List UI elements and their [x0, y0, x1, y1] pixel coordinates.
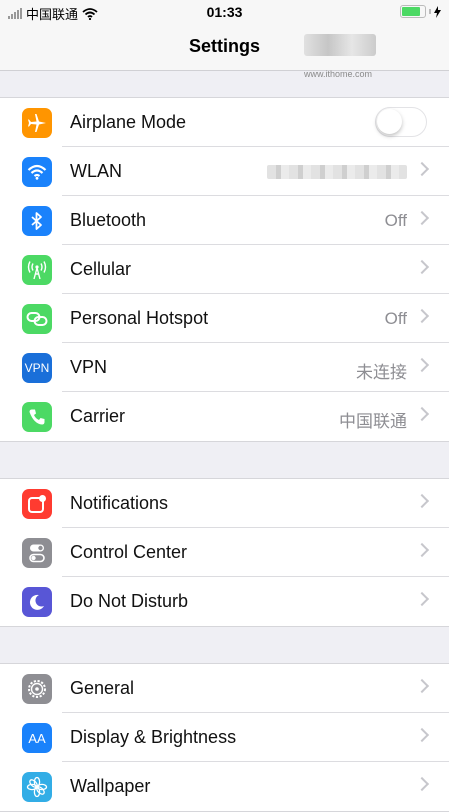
row-wallpaper[interactable]: Wallpaper [0, 762, 449, 811]
blurred-watermark [304, 34, 376, 56]
row-cellular[interactable]: Cellular [0, 245, 449, 294]
row-carrier[interactable]: Carrier 中国联通 [0, 392, 449, 441]
row-label: Control Center [70, 542, 188, 562]
settings-group-general: General AA Display & Brightness Wallpape… [0, 663, 449, 812]
row-value: 未连接 [356, 363, 407, 382]
moon-icon [22, 587, 52, 617]
row-control-center[interactable]: Control Center [0, 528, 449, 577]
row-notifications[interactable]: Notifications [0, 479, 449, 528]
bluetooth-icon [22, 206, 52, 236]
row-airplane-mode[interactable]: Airplane Mode [0, 98, 449, 147]
chevron-right-icon [414, 161, 430, 177]
status-time: 01:33 [206, 4, 243, 20]
settings-group-notifications: Notifications Control Center Do Not Dist… [0, 478, 449, 627]
display-icon: AA [22, 723, 52, 753]
gear-icon [22, 674, 52, 704]
row-label: General [70, 678, 135, 698]
battery-icon [400, 5, 426, 18]
row-label: Bluetooth [70, 210, 147, 230]
status-bar: 中国联通 01:33 [0, 0, 449, 24]
row-do-not-disturb[interactable]: Do Not Disturb [0, 577, 449, 626]
row-wlan[interactable]: WLAN [0, 147, 449, 196]
status-right [400, 5, 441, 18]
row-label: Cellular [70, 259, 132, 279]
row-general[interactable]: General [0, 664, 449, 713]
chevron-right-icon [414, 308, 430, 324]
notifications-icon [22, 489, 52, 519]
flower-icon [22, 772, 52, 802]
chevron-right-icon [414, 727, 430, 743]
chevron-right-icon [414, 210, 430, 226]
row-value: Off [384, 309, 407, 328]
chevron-right-icon [414, 357, 430, 373]
row-display-brightness[interactable]: AA Display & Brightness [0, 713, 449, 762]
battery-tip [429, 9, 431, 14]
chevron-right-icon [414, 493, 430, 509]
chevron-right-icon [414, 406, 430, 422]
row-label: Carrier [70, 406, 126, 426]
wifi-icon [22, 157, 52, 187]
row-label: Personal Hotspot [70, 308, 209, 328]
phone-icon [22, 402, 52, 432]
blurred-network-name [267, 165, 407, 179]
row-label: Wallpaper [70, 776, 151, 796]
row-value: Off [384, 211, 407, 230]
page-title: Settings [188, 36, 260, 56]
settings-group-connectivity: Airplane Mode WLAN Bluetooth Off Cellula… [0, 97, 449, 442]
vpn-icon: VPN [22, 353, 52, 383]
toggle-knob [377, 109, 402, 134]
row-label: WLAN [70, 161, 123, 181]
row-label: Display & Brightness [70, 727, 237, 747]
row-bluetooth[interactable]: Bluetooth Off [0, 196, 449, 245]
chevron-right-icon [414, 591, 430, 607]
antenna-icon [22, 255, 52, 285]
row-label: Notifications [70, 493, 169, 513]
navigation-bar: Settings www.ithome.com [0, 24, 449, 79]
chevron-right-icon [414, 259, 430, 275]
airplane-mode-toggle[interactable] [375, 107, 427, 137]
row-label: Airplane Mode [70, 112, 187, 132]
row-value: 中国联通 [339, 412, 407, 431]
watermark-text: www.ithome.com [304, 69, 373, 79]
row-personal-hotspot[interactable]: Personal Hotspot Off [0, 294, 449, 343]
chevron-right-icon [414, 678, 430, 694]
chevron-right-icon [414, 776, 430, 792]
hotspot-icon [22, 304, 52, 334]
charging-icon [434, 5, 441, 18]
row-label: Do Not Disturb [70, 591, 189, 611]
chevron-right-icon [414, 542, 430, 558]
airplane-icon [22, 108, 52, 138]
row-vpn[interactable]: VPN VPN 未连接 [0, 343, 449, 392]
row-label: VPN [70, 357, 108, 377]
control-center-icon [22, 538, 52, 568]
